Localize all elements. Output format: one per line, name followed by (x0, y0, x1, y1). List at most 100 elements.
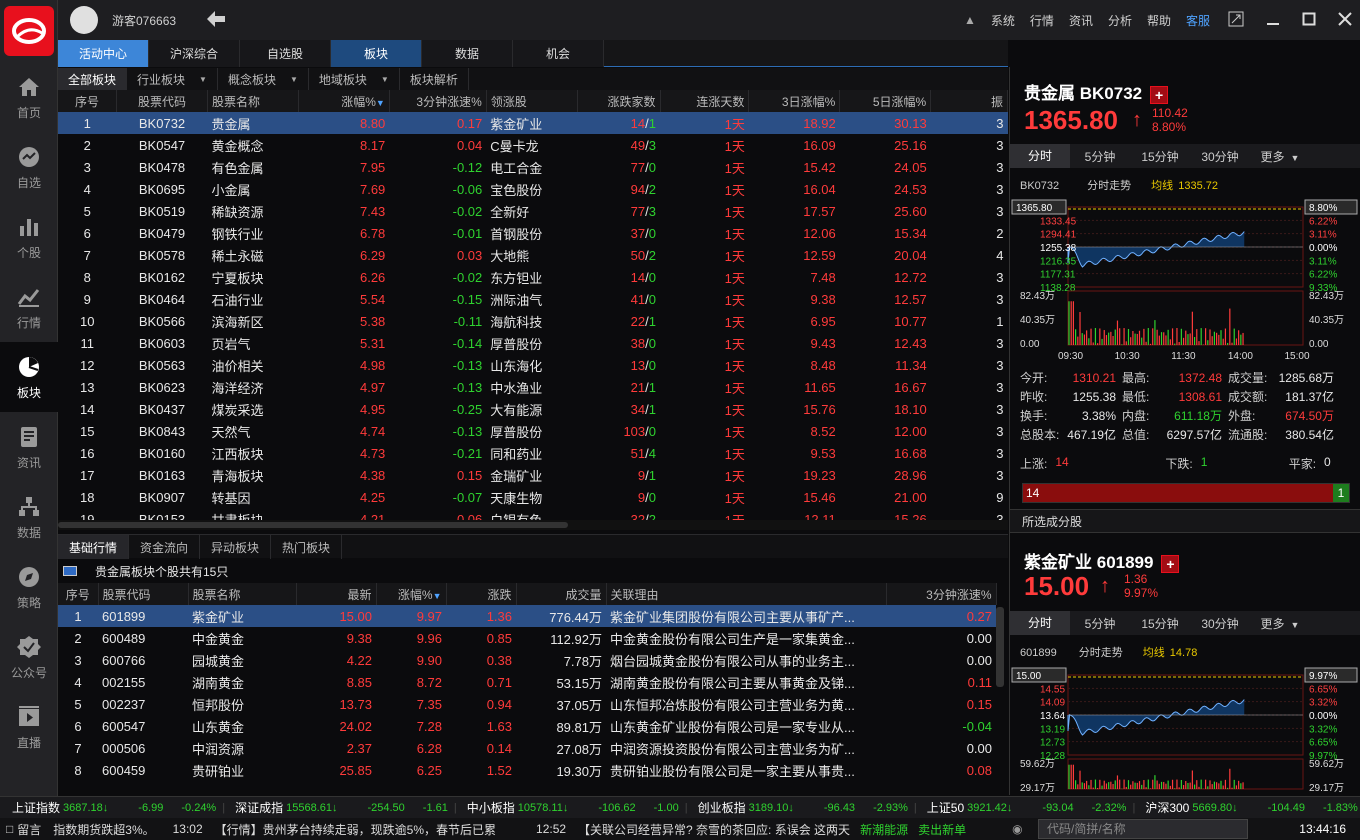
news-item-3[interactable]: 【关联公司经营异常? 奈雪的茶回应: 系误会 这两天 (578, 821, 850, 838)
nav-item-0[interactable]: 首页 (0, 62, 58, 132)
column-header[interactable]: 连涨天数 (660, 90, 749, 112)
index-name[interactable]: 中小板指 (467, 799, 515, 816)
sub-tab[interactable]: 地域板块▼ (309, 68, 400, 90)
main-tab[interactable]: 自选股 (240, 40, 331, 67)
nav-item-2[interactable]: 个股 (0, 202, 58, 272)
main-tab[interactable]: 沪深综合 (149, 40, 240, 67)
table-row[interactable]: 8BK0162宁夏板块6.26-0.02东方钽业14/01天7.4812.723 (58, 266, 1008, 288)
nav-item-7[interactable]: 策略 (0, 552, 58, 622)
sub-tab[interactable]: 行业板块▼ (127, 68, 218, 90)
main-tab[interactable]: 板块 (331, 40, 422, 67)
table-row[interactable]: 1601899紫金矿业15.009.971.36776.44万紫金矿业集团股份有… (58, 605, 996, 627)
nav-item-3[interactable]: 行情 (0, 272, 58, 342)
table-row[interactable]: 9BK0464石油行业5.54-0.15洲际油气41/01天9.3812.573 (58, 288, 1008, 310)
bell-icon[interactable]: ▲ (964, 13, 976, 27)
index-name[interactable]: 沪深300 (1145, 799, 1189, 816)
period-tab[interactable]: 分时 (1010, 144, 1070, 168)
table-row[interactable]: 1BK0732贵金属8.800.17紫金矿业14/11天18.9230.133 (58, 112, 1008, 134)
table-row[interactable]: 5BK0519稀缺资源7.43-0.02全新好77/31天17.5725.603 (58, 200, 1008, 222)
table-row[interactable]: 13BK0623海洋经济4.97-0.13中水渔业21/11天11.6516.6… (58, 376, 1008, 398)
table-row[interactable]: 19BK0153甘肃板块4.210.06白银有色32/21天12.1115.26… (58, 508, 1008, 520)
nav-item-5[interactable]: 资讯 (0, 412, 58, 482)
index-name[interactable]: 上证50 (927, 799, 964, 816)
index-name[interactable]: 创业板指 (698, 799, 746, 816)
detail-tab[interactable]: 资金流向 (129, 535, 200, 559)
column-header[interactable]: 涨幅%▼ (298, 90, 389, 112)
period-tab[interactable]: 15分钟 (1130, 615, 1190, 632)
scroll-thumb[interactable] (58, 522, 568, 528)
main-tab[interactable]: 活动中心 (58, 40, 149, 67)
username[interactable]: 游客076663 (112, 12, 176, 29)
close-icon[interactable] (1338, 12, 1352, 29)
table-row[interactable]: 2BK0547黄金概念8.170.04C曼卡龙49/31天16.0925.163 (58, 134, 1008, 156)
table-row[interactable]: 11BK0603页岩气5.31-0.14厚普股份38/01天9.4312.433 (58, 332, 1008, 354)
news-item-2[interactable]: 【行情】贵州茅台持续走弱，现跌逾5%，春节后已累 (215, 821, 496, 838)
column-header[interactable]: 股票名称 (207, 90, 298, 112)
table-row[interactable]: 2600489中金黄金9.389.960.85112.92万中金黄金股份有限公司… (58, 627, 996, 649)
add-stock-watchlist-button[interactable]: + (1161, 555, 1179, 573)
period-tab[interactable]: 分时 (1010, 611, 1070, 635)
table-row[interactable]: 4BK0695小金属7.69-0.06宝色股份94/21天16.0424.533 (58, 178, 1008, 200)
nav-item-8[interactable]: 公众号 (0, 622, 58, 692)
index-name[interactable]: 深证成指 (235, 799, 283, 816)
column-header[interactable]: 3分钟涨速% (389, 90, 486, 112)
avatar[interactable] (70, 6, 98, 34)
column-header[interactable]: 股票代码 (117, 90, 208, 112)
detail-tab[interactable]: 基础行情 (58, 535, 129, 559)
column-header[interactable]: 序号 (58, 90, 117, 112)
detail-tab[interactable]: 热门板块 (271, 535, 342, 559)
table-row[interactable]: 6600547山东黄金24.027.281.6389.81万山东黄金矿业股份有限… (58, 715, 996, 737)
news-tag[interactable]: 新潮能源 (860, 821, 908, 838)
horizontal-scrollbar[interactable] (58, 520, 1008, 530)
column-header[interactable]: 成交量 (516, 583, 606, 605)
column-header[interactable]: 涨跌家数 (577, 90, 660, 112)
column-header[interactable]: 涨幅%▼ (376, 583, 446, 605)
caret-down-icon[interactable]: ▼ (199, 75, 207, 84)
collapse-icon[interactable] (63, 566, 77, 576)
table-row[interactable]: 5002237恒邦股份13.737.350.9437.05万山东恒邦冶炼股份有限… (58, 693, 996, 715)
column-header[interactable]: 股票名称 (188, 583, 296, 605)
intraday-chart-2[interactable]: 15.0014.5514.0913.6413.1912.7312.289.97%… (1010, 663, 1360, 795)
table-row[interactable]: 18BK0907转基因4.25-0.07天康生物9/01天15.4621.009 (58, 486, 1008, 508)
message-icon[interactable]: □ (6, 822, 13, 836)
sub-tab[interactable]: 全部板块 (58, 68, 127, 90)
top-menu-item[interactable]: 客服 (1186, 12, 1210, 29)
column-header[interactable]: 5日涨幅% (840, 90, 931, 112)
nav-item-4[interactable]: 板块 (0, 342, 58, 412)
period-tab[interactable]: 更多▼ (1250, 148, 1310, 165)
table-row[interactable]: 4002155湖南黄金8.858.720.7153.15万湖南黄金股份有限公司主… (58, 671, 996, 693)
period-tab[interactable]: 更多▼ (1250, 615, 1310, 632)
nav-item-6[interactable]: 数据 (0, 482, 58, 552)
table-row[interactable]: 8600459贵研铂业25.856.251.5219.30万贵研铂业股份有限公司… (58, 759, 996, 781)
column-header[interactable]: 最新 (296, 583, 376, 605)
nav-item-1[interactable]: 自选 (0, 132, 58, 202)
table-row[interactable]: 7000506中润资源2.376.280.1427.08万中润资源投资股份有限公… (58, 737, 996, 759)
period-tab[interactable]: 15分钟 (1130, 148, 1190, 165)
sub-tab[interactable]: 概念板块▼ (218, 68, 309, 90)
top-menu-item[interactable]: 行情 (1030, 12, 1054, 29)
top-menu-item[interactable]: 系统 (991, 12, 1015, 29)
nav-item-9[interactable]: 直播 (0, 692, 58, 762)
news-item-1[interactable]: 指数期货跌超3%。 (53, 821, 154, 838)
column-header[interactable]: 股票代码 (98, 583, 188, 605)
caret-down-icon[interactable]: ▼ (290, 75, 298, 84)
toggle-icon[interactable]: ◉ (1012, 822, 1022, 836)
table-row[interactable]: 17BK0163青海板块4.380.15金瑞矿业9/11天19.2328.963 (58, 464, 1008, 486)
column-header[interactable]: 序号 (58, 583, 98, 605)
table-row[interactable]: 3600766园城黄金4.229.900.387.78万烟台园城黄金股份有限公司… (58, 649, 996, 671)
period-tab[interactable]: 5分钟 (1070, 615, 1130, 632)
table-row[interactable]: 7BK0578稀土永磁6.290.03大地熊50/21天12.5920.044 (58, 244, 1008, 266)
period-tab[interactable]: 5分钟 (1070, 148, 1130, 165)
column-header[interactable]: 关联理由 (606, 583, 886, 605)
intraday-chart-1[interactable]: 1365.801333.451294.411255.381216.351177.… (1010, 195, 1360, 367)
table-row[interactable]: 16BK0160江西板块4.73-0.21同和药业51/41天9.5316.68… (58, 442, 1008, 464)
table-row[interactable]: 3BK0478有色金属7.95-0.12电工合金77/01天15.4224.05… (58, 156, 1008, 178)
detail-tab[interactable]: 异动板块 (200, 535, 271, 559)
sub-tab[interactable]: 板块解析 (400, 68, 469, 90)
top-menu-item[interactable]: 分析 (1108, 12, 1132, 29)
column-header[interactable]: 振 (931, 90, 1008, 112)
add-watchlist-button[interactable]: + (1150, 86, 1168, 104)
minimize-icon[interactable] (1266, 12, 1280, 29)
table-row[interactable]: 14BK0437煤炭采选4.95-0.25大有能源34/11天15.7618.1… (58, 398, 1008, 420)
main-tab[interactable]: 数据 (422, 40, 513, 67)
